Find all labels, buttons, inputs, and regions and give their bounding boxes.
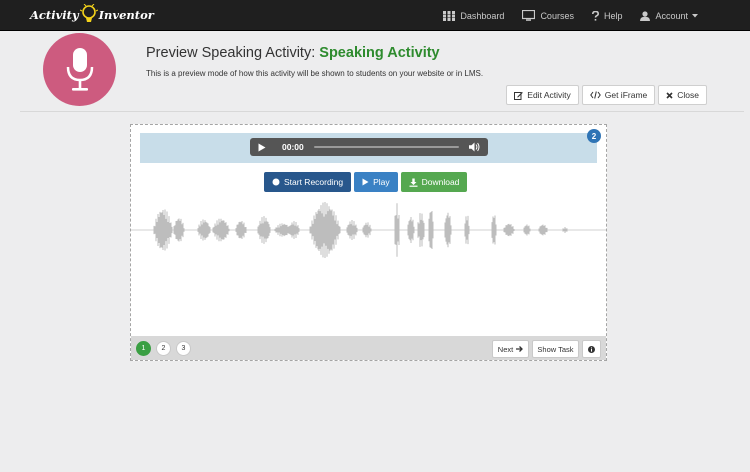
page-title-prefix: Preview Speaking Activity:: [146, 45, 320, 61]
code-icon: [589, 91, 601, 99]
play-icon[interactable]: [258, 143, 266, 152]
recording-waveform: [131, 202, 606, 258]
monitor-icon: [522, 10, 536, 21]
record-icon: [272, 178, 280, 186]
close-button[interactable]: Close: [658, 85, 707, 105]
start-recording-label: Start Recording: [284, 177, 344, 187]
volume-icon[interactable]: [469, 142, 480, 152]
nav-courses[interactable]: Courses: [522, 10, 574, 21]
lightbulb-icon: [79, 4, 98, 22]
activity-preview-frame: 00:00 2 Start Recording Play Download 1 …: [130, 124, 607, 361]
nav-courses-label: Courses: [540, 10, 574, 21]
start-recording-button[interactable]: Start Recording: [264, 172, 352, 192]
brand-name-part1: Activity: [30, 8, 79, 22]
play-label: Play: [373, 177, 390, 187]
brand-name-part2: Inventor: [98, 8, 154, 22]
page-button-2[interactable]: 2: [156, 341, 171, 356]
dashboard-icon: [443, 10, 456, 21]
info-icon: [588, 345, 595, 353]
page-title-activity-name: Speaking Activity: [319, 45, 440, 61]
show-task-button[interactable]: Show Task: [532, 340, 579, 358]
nav-dashboard-label: Dashboard: [460, 10, 505, 21]
activity-footer: 1 2 3 Next Show Task: [131, 336, 606, 360]
nav-account[interactable]: Account: [640, 11, 698, 21]
page-button-1[interactable]: 1: [136, 341, 151, 356]
question-icon: [591, 10, 599, 21]
page-title: Preview Speaking Activity: Speaking Acti…: [146, 45, 440, 61]
caret-down-icon: [692, 13, 698, 17]
page-button-3[interactable]: 3: [176, 341, 191, 356]
page-description: This is a preview mode of how this activ…: [146, 69, 484, 78]
download-icon: [409, 178, 418, 187]
nav-dashboard[interactable]: Dashboard: [443, 10, 505, 21]
microphone-icon: [66, 47, 93, 91]
brand-logo[interactable]: Activity Inventor: [30, 4, 154, 26]
nav-help-label: Help: [603, 10, 623, 21]
edit-icon: [514, 91, 524, 100]
get-iframe-button[interactable]: Get iFrame: [581, 85, 656, 105]
top-navbar: Activity Inventor Dashboard Courses Help…: [0, 0, 750, 31]
show-task-label: Show Task: [537, 344, 574, 354]
download-label: Download: [421, 177, 460, 187]
nav-account-label: Account: [655, 10, 688, 21]
activity-icon-circle: [43, 33, 116, 106]
audio-player-bar: 00:00: [140, 133, 597, 163]
info-button[interactable]: [582, 340, 601, 358]
next-label: Next: [497, 344, 514, 354]
audio-time: 00:00: [282, 142, 304, 152]
edit-activity-label: Edit Activity: [527, 90, 571, 100]
header-divider: [20, 111, 744, 112]
nav-help[interactable]: Help: [591, 10, 623, 21]
edit-activity-button[interactable]: Edit Activity: [506, 85, 579, 105]
page-count-badge: 2: [587, 129, 601, 143]
play-button[interactable]: Play: [354, 172, 398, 192]
close-label: Close: [677, 90, 699, 100]
download-button[interactable]: Download: [400, 172, 468, 192]
audio-progress-track[interactable]: [313, 146, 459, 148]
arrow-right-icon: [516, 346, 524, 352]
audio-player[interactable]: 00:00: [250, 138, 488, 156]
user-icon: [640, 10, 651, 21]
play-icon: [362, 178, 369, 186]
close-icon: [666, 91, 673, 99]
get-iframe-label: Get iFrame: [604, 90, 648, 100]
next-button[interactable]: Next: [492, 340, 529, 358]
